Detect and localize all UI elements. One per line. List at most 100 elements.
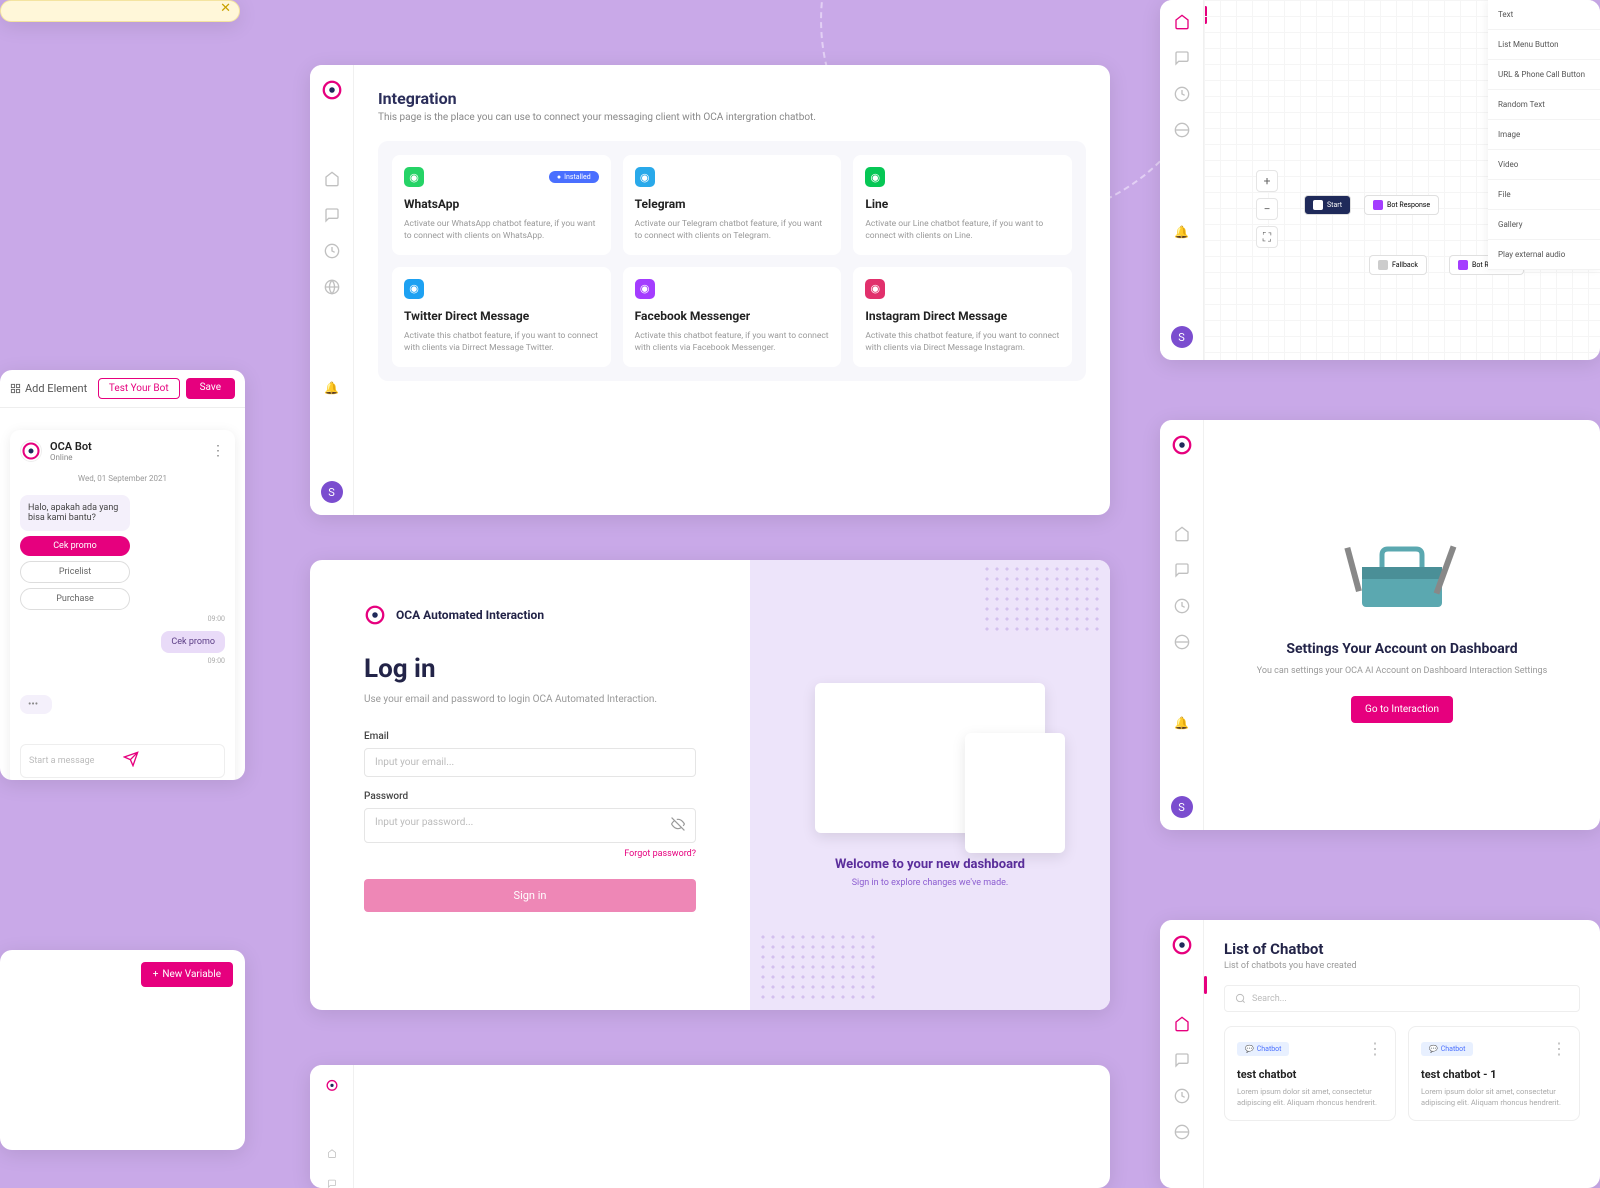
chatbot-tag: 💬Chatbot [1237,1042,1289,1056]
integration-screen: 🔔 S Integration This page is the place y… [310,65,1110,515]
menu-item[interactable]: List Menu Button [1488,30,1600,60]
integration-card[interactable]: ◉TelegramActivate our Telegram chatbot f… [623,155,842,255]
settings-desc: You can settings your OCA AI Account on … [1257,665,1548,678]
bell-icon[interactable]: 🔔 [1174,716,1189,730]
channel-icon: ◉ [404,167,424,187]
clock-icon[interactable] [1174,598,1190,614]
home-icon[interactable] [324,171,340,187]
integration-card[interactable]: ◉Facebook MessengerActivate this chatbot… [623,267,842,367]
search-input[interactable]: Search... [1224,985,1580,1012]
globe-icon[interactable] [1174,634,1190,650]
password-field[interactable]: Input your password... [364,808,696,843]
quick-reply-purchase[interactable]: Purchase [20,588,130,610]
card-title: Line [865,197,1060,211]
eye-off-icon[interactable] [671,817,685,834]
more-icon[interactable]: ⋮ [211,443,225,459]
msg-time: 09:00 [20,653,225,665]
logo-icon [321,79,343,101]
more-icon[interactable]: ⋮ [1551,1039,1567,1058]
login-subtitle: Use your email and password to login OCA… [364,694,696,705]
chat-preview-panel: Add Element Test Your Bot Save OCA Bot O… [0,370,245,780]
user-avatar[interactable]: S [1171,796,1193,818]
integration-card[interactable]: ◉Instagram Direct MessageActivate this c… [853,267,1072,367]
clock-icon[interactable] [1174,1088,1190,1104]
quick-reply-pricelist[interactable]: Pricelist [20,561,130,583]
home-icon[interactable] [1174,1016,1190,1032]
fullscreen-button[interactable]: ⛶ [1256,226,1278,248]
chat-icon[interactable] [1174,562,1190,578]
search-icon [1235,993,1246,1004]
settings-title: Settings Your Account on Dashboard [1286,641,1517,657]
chat-icon[interactable] [324,207,340,223]
user-avatar[interactable]: S [1171,326,1193,348]
quick-reply-promo[interactable]: Cek promo [20,536,130,556]
send-icon[interactable] [123,751,217,771]
login-title: Log in [364,654,696,684]
menu-item[interactable]: Gallery [1488,210,1600,240]
add-element-button[interactable]: Add Element [10,382,87,395]
menu-item[interactable]: Text [1488,0,1600,30]
card-desc: Activate this chatbot feature, if you wa… [865,331,1060,355]
decorative-dots [982,564,1102,634]
sidebar: 🔔 S [310,65,354,515]
zoom-out-button[interactable]: − [1256,198,1278,220]
clock-icon[interactable] [1174,86,1190,102]
toolbox-illustration [1342,527,1462,617]
welcome-subtitle: Sign in to explore changes we've made. [852,878,1009,888]
globe-icon[interactable] [1174,122,1190,138]
alert-bar: ✕ [0,0,240,22]
card-desc: Activate this chatbot feature, if you wa… [635,331,830,355]
bell-icon[interactable]: 🔔 [324,381,339,395]
go-to-interaction-button[interactable]: Go to Interaction [1351,696,1453,723]
card-title: Telegram [635,197,830,211]
chatbot-list-screen: List of Chatbot List of chatbots you hav… [1160,920,1600,1188]
sidebar: 🔔 S [1160,420,1204,830]
bot-desc: Lorem ipsum dolor sit amet, consectetur … [1237,1087,1383,1108]
sidebar [1160,920,1204,1188]
menu-item[interactable]: Video [1488,150,1600,180]
menu-item[interactable]: URL & Phone Call Button [1488,60,1600,90]
start-node[interactable]: Start [1304,195,1351,215]
more-icon[interactable]: ⋮ [1367,1039,1383,1058]
integration-card[interactable]: ◉●InstalledWhatsAppActivate our WhatsApp… [392,155,611,255]
channel-icon: ◉ [865,167,885,187]
user-avatar[interactable]: S [321,481,343,503]
fallback-node[interactable]: Fallback [1369,255,1427,275]
menu-item[interactable]: File [1488,180,1600,210]
menu-item[interactable]: Play external audio [1488,240,1600,270]
test-bot-button[interactable]: Test Your Bot [98,378,180,399]
integration-card[interactable]: ◉Twitter Direct MessageActivate this cha… [392,267,611,367]
signin-button[interactable]: Sign in [364,879,696,912]
bell-icon[interactable]: 🔔 [1174,225,1189,239]
globe-icon[interactable] [324,279,340,295]
new-variable-button[interactable]: + New Variable [141,962,233,987]
typing-indicator: ••• [20,695,52,714]
clock-icon[interactable] [324,243,340,259]
globe-icon[interactable] [1174,1124,1190,1140]
zoom-in-button[interactable]: + [1256,170,1278,192]
bot-avatar [20,440,42,462]
bot-name: OCA Bot [50,440,92,453]
integration-card[interactable]: ◉LineActivate our Line chatbot feature, … [853,155,1072,255]
login-screen: OCA Automated Interaction Log in Use you… [310,560,1110,1010]
chatbot-card[interactable]: 💬Chatbot⋮test chatbotLorem ipsum dolor s… [1224,1026,1396,1121]
save-button[interactable]: Save [186,378,235,399]
menu-item[interactable]: Random Text [1488,90,1600,120]
chatbot-card[interactable]: 💬Chatbot⋮test chatbot - 1Lorem ipsum dol… [1408,1026,1580,1121]
chat-input[interactable]: Start a message [20,744,225,778]
email-field[interactable]: Input your email... [364,748,696,777]
chat-icon[interactable] [1174,50,1190,66]
home-icon[interactable] [1174,14,1190,30]
logo-icon [364,604,386,626]
forgot-password-link[interactable]: Forgot password? [364,849,696,859]
close-icon[interactable]: ✕ [220,1,231,16]
email-label: Email [364,731,696,742]
home-icon[interactable] [1174,526,1190,542]
menu-item[interactable]: Image [1488,120,1600,150]
chat-icon[interactable] [1174,1052,1190,1068]
bot-name: test chatbot - 1 [1421,1068,1567,1081]
bottom-peek [310,1065,1110,1188]
sidebar: 🔔 S [1160,0,1204,360]
card-title: Facebook Messenger [635,309,830,323]
bot-response-node[interactable]: Bot Response [1364,195,1439,215]
